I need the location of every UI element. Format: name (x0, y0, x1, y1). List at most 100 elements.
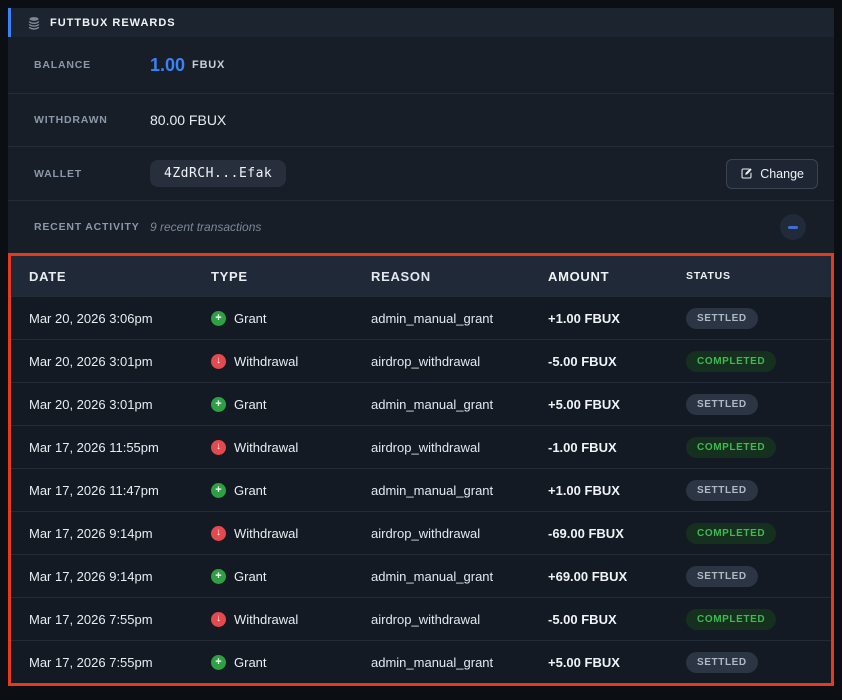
edit-icon (740, 167, 753, 180)
arrow-down-circle-icon: ↓ (211, 440, 226, 455)
activity-summary: 9 recent transactions (150, 220, 261, 234)
transaction-amount: -5.00 FBUX (548, 354, 686, 369)
change-wallet-button[interactable]: Change (726, 159, 818, 189)
transaction-date: Mar 17, 2026 9:14pm (11, 526, 211, 541)
transaction-date: Mar 17, 2026 11:47pm (11, 483, 211, 498)
table-row[interactable]: Mar 20, 2026 3:01pm + Grant admin_manual… (11, 382, 831, 425)
transaction-reason: admin_manual_grant (371, 483, 548, 498)
transaction-amount: +5.00 FBUX (548, 397, 686, 412)
plus-circle-icon: + (211, 483, 226, 498)
transaction-status: SETTLED (686, 652, 831, 673)
coins-stack-icon (27, 16, 41, 30)
column-header-date: DATE (11, 269, 211, 284)
transaction-reason: admin_manual_grant (371, 655, 548, 670)
transaction-type: ↓ Withdrawal (211, 440, 371, 455)
transaction-amount: +1.00 FBUX (548, 483, 686, 498)
balance-row: BALANCE 1.00 FBUX (8, 37, 834, 93)
plus-circle-icon: + (211, 311, 226, 326)
transaction-date: Mar 20, 2026 3:01pm (11, 397, 211, 412)
transaction-status: SETTLED (686, 308, 831, 329)
status-badge: COMPLETED (686, 523, 776, 544)
table-row[interactable]: Mar 17, 2026 9:14pm ↓ Withdrawal airdrop… (11, 511, 831, 554)
transaction-amount: +69.00 FBUX (548, 569, 686, 584)
transaction-status: COMPLETED (686, 437, 831, 458)
transaction-type: + Grant (211, 311, 371, 326)
table-row[interactable]: Mar 20, 2026 3:06pm + Grant admin_manual… (11, 296, 831, 339)
table-row[interactable]: Mar 17, 2026 7:55pm + Grant admin_manual… (11, 640, 831, 683)
withdrawn-label: WITHDRAWN (34, 114, 150, 126)
transaction-amount: -5.00 FBUX (548, 612, 686, 627)
wallet-label: WALLET (34, 168, 150, 180)
transactions-table: DATE TYPE REASON AMOUNT STATUS Mar 20, 2… (8, 253, 834, 686)
column-header-type: TYPE (211, 269, 371, 284)
arrow-down-circle-icon: ↓ (211, 354, 226, 369)
transaction-date: Mar 17, 2026 9:14pm (11, 569, 211, 584)
transaction-type: + Grant (211, 397, 371, 412)
column-header-status: STATUS (686, 270, 831, 282)
status-badge: SETTLED (686, 652, 758, 673)
plus-circle-icon: + (211, 569, 226, 584)
status-badge: COMPLETED (686, 351, 776, 372)
plus-circle-icon: + (211, 655, 226, 670)
transaction-status: SETTLED (686, 480, 831, 501)
transaction-type: ↓ Withdrawal (211, 354, 371, 369)
balance-value: 1.00 (150, 55, 185, 76)
recent-activity-label: RECENT ACTIVITY (34, 221, 150, 233)
transaction-reason: airdrop_withdrawal (371, 526, 548, 541)
transaction-date: Mar 17, 2026 11:55pm (11, 440, 211, 455)
withdrawn-value: 80.00 FBUX (150, 112, 226, 128)
transaction-date: Mar 17, 2026 7:55pm (11, 655, 211, 670)
info-rows: BALANCE 1.00 FBUX WITHDRAWN 80.00 FBUX W… (8, 37, 834, 253)
table-row[interactable]: Mar 17, 2026 7:55pm ↓ Withdrawal airdrop… (11, 597, 831, 640)
transaction-reason: admin_manual_grant (371, 311, 548, 326)
table-row[interactable]: Mar 17, 2026 11:47pm + Grant admin_manua… (11, 468, 831, 511)
transaction-status: SETTLED (686, 566, 831, 587)
plus-circle-icon: + (211, 397, 226, 412)
rewards-panel: FUTTBUX REWARDS BALANCE 1.00 FBUX WITHDR… (8, 8, 834, 686)
table-body: Mar 20, 2026 3:06pm + Grant admin_manual… (11, 296, 831, 683)
balance-label: BALANCE (34, 59, 150, 71)
status-badge: SETTLED (686, 394, 758, 415)
transaction-status: SETTLED (686, 394, 831, 415)
balance-unit: FBUX (192, 59, 225, 71)
transaction-status: COMPLETED (686, 351, 831, 372)
transaction-type: ↓ Withdrawal (211, 612, 371, 627)
wallet-address[interactable]: 4ZdRCH...Efak (150, 160, 286, 187)
collapse-activity-button[interactable] (780, 214, 806, 240)
transaction-date: Mar 20, 2026 3:06pm (11, 311, 211, 326)
withdrawn-row: WITHDRAWN 80.00 FBUX (8, 93, 834, 146)
status-badge: SETTLED (686, 566, 758, 587)
transaction-amount: +1.00 FBUX (548, 311, 686, 326)
table-row[interactable]: Mar 20, 2026 3:01pm ↓ Withdrawal airdrop… (11, 339, 831, 382)
minus-icon (788, 226, 798, 229)
transaction-amount: +5.00 FBUX (548, 655, 686, 670)
column-header-reason: REASON (371, 269, 548, 284)
transaction-status: COMPLETED (686, 523, 831, 544)
column-header-amount: AMOUNT (548, 269, 686, 284)
table-row[interactable]: Mar 17, 2026 9:14pm + Grant admin_manual… (11, 554, 831, 597)
status-badge: COMPLETED (686, 609, 776, 630)
transaction-status: COMPLETED (686, 609, 831, 630)
arrow-down-circle-icon: ↓ (211, 612, 226, 627)
transaction-date: Mar 17, 2026 7:55pm (11, 612, 211, 627)
panel-header: FUTTBUX REWARDS (8, 8, 834, 37)
transaction-reason: admin_manual_grant (371, 569, 548, 584)
transaction-type: + Grant (211, 655, 371, 670)
recent-activity-row: RECENT ACTIVITY 9 recent transactions (8, 200, 834, 253)
transaction-reason: admin_manual_grant (371, 397, 548, 412)
transaction-date: Mar 20, 2026 3:01pm (11, 354, 211, 369)
transaction-reason: airdrop_withdrawal (371, 440, 548, 455)
status-badge: SETTLED (686, 480, 758, 501)
change-button-label: Change (760, 167, 804, 181)
wallet-row: WALLET 4ZdRCH...Efak Change (8, 146, 834, 200)
transaction-amount: -69.00 FBUX (548, 526, 686, 541)
status-badge: COMPLETED (686, 437, 776, 458)
transaction-type: ↓ Withdrawal (211, 526, 371, 541)
table-header-row: DATE TYPE REASON AMOUNT STATUS (11, 256, 831, 296)
transaction-type: + Grant (211, 483, 371, 498)
transaction-reason: airdrop_withdrawal (371, 354, 548, 369)
status-badge: SETTLED (686, 308, 758, 329)
table-row[interactable]: Mar 17, 2026 11:55pm ↓ Withdrawal airdro… (11, 425, 831, 468)
panel-title: FUTTBUX REWARDS (50, 17, 176, 29)
transaction-type: + Grant (211, 569, 371, 584)
